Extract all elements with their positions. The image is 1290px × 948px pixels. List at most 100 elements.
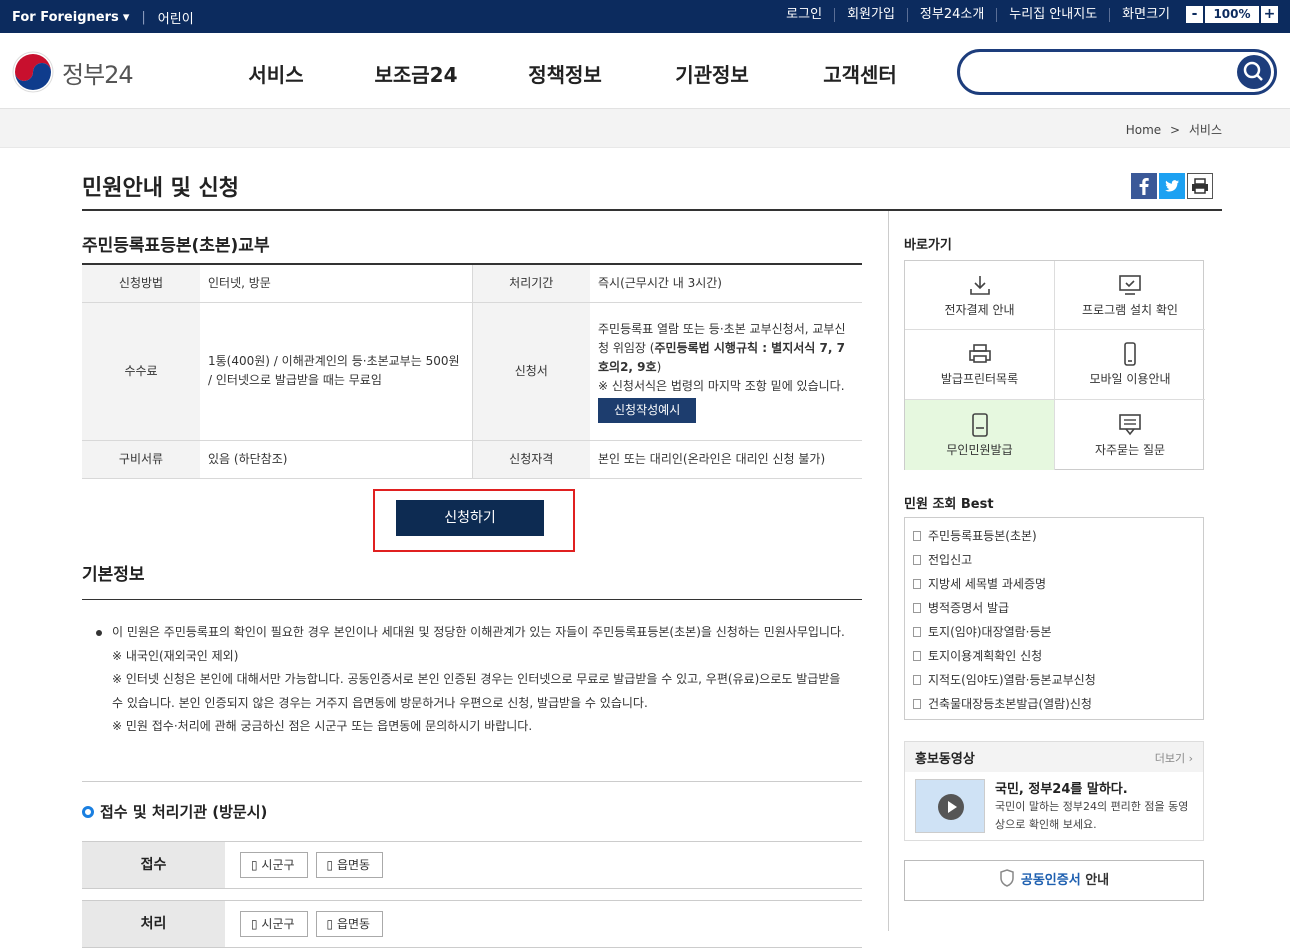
basic-info-divider [82,599,862,600]
qualification-label: 신청자격 [471,440,590,479]
facebook-share-icon[interactable] [1131,173,1157,199]
about-link[interactable]: 정부24소개 [908,7,998,22]
form-example-button[interactable]: 신청작성예시 [598,397,697,423]
shortcut-payment[interactable]: 전자결제 안내 [905,261,1055,330]
doc-icon [913,531,921,541]
taegeuk-logo-icon [12,51,54,93]
search-button[interactable] [1237,55,1271,89]
divider: | [141,10,146,25]
org-chip-town[interactable]: ▯ 읍면동 [315,852,384,878]
best-item[interactable]: 지적도(임야도)열람·등본교부신청 [913,668,1195,692]
org-chip-city[interactable]: ▯ 시군구 [240,911,308,937]
best-item[interactable]: 지방세 세목별 과세증명 [913,572,1195,596]
basic-info-note: ※ 내국인(재외국인 제외) [112,648,239,663]
page-title: 민원안내 및 신청 [82,176,239,201]
basic-info-title: 기본정보 [82,565,145,585]
shortcut-printer[interactable]: 발급프린터목록 [905,330,1055,400]
nav-support[interactable]: 고객센터 [774,59,946,88]
basic-info-bullet: 이 민원은 주민등록표의 확인이 필요한 경우 본인이나 세대원 및 정당한 이… [96,621,846,645]
cert-guide-button[interactable]: 공동인증서 안내 [904,860,1204,901]
form-note: ※ 신청서식은 법령의 마지막 조항 밑에 있습니다. [598,378,845,393]
basic-info-note: ※ 민원 접수·처리에 관해 궁금하신 점은 시군구 또는 읍면동에 문의하시기… [112,719,533,733]
best-item[interactable]: 병적증명서 발급 [913,596,1195,620]
form-text-end: ) [656,359,662,374]
basic-info-end-divider [82,781,862,782]
promo-description: 국민이 말하는 정부24의 편리한 점을 동영상으로 확인해 보세요. [995,800,1189,831]
docs-label: 구비서류 [82,440,200,479]
screen-size-label: 화면크기 [1122,6,1170,22]
promo-title: 홍보동영상 [915,752,975,767]
method-label: 신청방법 [82,264,200,303]
best-item[interactable]: 주민등록표등본(초본) [913,524,1195,548]
mobile-icon [1124,342,1136,366]
doc-icon [913,579,921,589]
doc-icon [913,651,921,661]
search-box[interactable] [957,49,1277,95]
nav-agency[interactable]: 기관정보 [650,59,774,88]
signup-link[interactable]: 회원가입 [835,7,908,22]
nav-services[interactable]: 서비스 [200,59,352,88]
title-divider [82,209,1222,211]
zoom-control: - 100% + [1186,6,1278,23]
breadcrumb-bar: Home > 서비스 [0,109,1290,148]
play-icon [938,794,964,820]
global-nav: 서비스 보조금24 정책정보 기관정보 고객센터 [200,59,946,88]
nav-subsidy[interactable]: 보조금24 [352,59,480,88]
method-value: 인터넷, 방문 [200,264,472,303]
fee-value: 1통(400원) / 이해관계인의 등·초본교부는 500원 / 인터넷으로 발… [200,302,472,441]
shortcut-mobile[interactable]: 모바일 이용안내 [1055,330,1205,400]
sidebar-divider [888,211,889,931]
promo-thumbnail[interactable] [915,779,985,833]
doc-icon [913,675,921,685]
share-tools [1129,173,1213,199]
download-icon [969,275,990,295]
docs-value: 있음 (하단참조) [200,440,472,479]
org-chip-town[interactable]: ▯ 읍면동 [315,911,384,937]
form-value: 주민등록표 열람 또는 등·초본 교부신청서, 교부신청 위임장 (주민등록법 … [590,302,862,441]
qualification-value: 본인 또는 대리인(온라인은 대리인 신청 불가) [590,440,862,479]
promo-headline[interactable]: 국민, 정부24를 말하다. [995,778,1128,797]
shortcut-kiosk[interactable]: 무인민원발급 [905,400,1055,470]
org-title-text: 접수 및 처리기관 (방문시) [100,803,268,821]
breadcrumb: Home > 서비스 [1126,121,1222,138]
shortcut-faq[interactable]: 자주묻는 질문 [1055,400,1205,470]
logo-text: 정부24 [62,60,134,89]
zoom-value: 100% [1205,6,1259,23]
service-title: 주민등록표등본(초본)교부 [82,236,270,256]
zoom-out-button[interactable]: - [1186,6,1203,23]
nav-policy[interactable]: 정책정보 [480,59,650,88]
shortcut-program[interactable]: 프로그램 설치 확인 [1055,261,1205,330]
best-item[interactable]: 토지(임야)대장열람·등본 [913,620,1195,644]
shield-icon [1000,869,1014,887]
period-label: 처리기간 [471,264,590,303]
login-link[interactable]: 로그인 [774,7,836,22]
sitemap-link[interactable]: 누리집 안내지도 [997,7,1111,22]
breadcrumb-home[interactable]: Home [1126,123,1161,137]
best-item[interactable]: 토지이용계획확인 신청 [913,644,1195,668]
chat-icon [1119,413,1141,435]
promo-video-box: 홍보동영상 더보기 › 국민, 정부24를 말하다. 국민이 말하는 정부24의… [904,741,1204,841]
print-icon[interactable] [1187,173,1213,199]
apply-button[interactable]: 신청하기 [396,500,544,536]
top-utility-bar: For Foreigners ▾ | 어린이 로그인 회원가입 정부24소개 누… [0,0,1290,33]
twitter-share-icon[interactable] [1159,173,1185,199]
best-item[interactable]: 전입신고 [913,548,1195,572]
org-chip-city[interactable]: ▯ 시군구 [240,852,308,878]
org-receive-label: 접수 [82,842,225,888]
kiosk-icon [971,412,988,437]
breadcrumb-current[interactable]: 서비스 [1189,123,1222,137]
doc-icon [913,555,921,565]
promo-more-link[interactable]: 더보기 › [1155,750,1193,766]
kids-link[interactable]: 어린이 [158,8,194,27]
org-title: 접수 및 처리기관 (방문시) [82,801,267,822]
doc-icon [913,699,921,709]
period-value: 즉시(근무시간 내 3시간) [590,264,862,303]
form-label: 신청서 [471,302,590,441]
for-foreigners-menu[interactable]: For Foreigners ▾ [12,10,129,25]
org-receive-row: 접수 ▯ 시군구 ▯ 읍면동 [82,841,862,889]
zoom-in-button[interactable]: + [1261,6,1278,23]
logo[interactable]: 정부24 [12,51,134,93]
org-process-row: 처리 ▯ 시군구 ▯ 읍면동 [82,900,862,948]
best-item[interactable]: 건축물대장등초본발급(열람)신청 [913,692,1195,716]
best-list: 주민등록표등본(초본) 전입신고 지방세 세목별 과세증명 병적증명서 발급 토… [904,517,1204,720]
